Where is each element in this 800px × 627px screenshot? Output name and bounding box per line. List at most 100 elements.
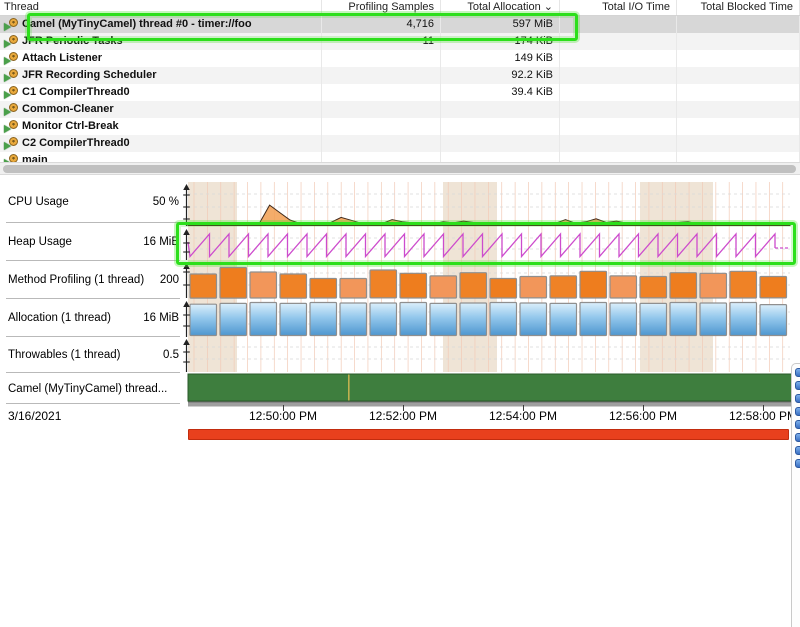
timeline-range-selector[interactable] [188, 429, 789, 440]
scrollbar-thumb[interactable] [3, 165, 796, 173]
method-profiling-bar[interactable] [640, 277, 667, 298]
allocation-bar[interactable] [700, 303, 727, 336]
table-horizontal-scrollbar[interactable] [0, 162, 800, 175]
cell-total-allocation: 92.2 KiB [441, 67, 560, 84]
cell-total-blocked-time [677, 16, 800, 33]
timeline-panel: CPU Usage50 %Heap Usage16 MiBMethod Prof… [0, 181, 800, 446]
chart-option-button[interactable] [795, 407, 800, 416]
thread-name: JFR Recording Scheduler [22, 67, 156, 84]
table-row[interactable]: main [0, 152, 800, 162]
method-profiling-bar[interactable] [220, 268, 247, 299]
method-profiling-bar[interactable] [190, 274, 217, 298]
allocation-bar[interactable] [670, 303, 697, 336]
method-profiling-bar[interactable] [370, 270, 397, 298]
allocation-bar[interactable] [310, 303, 337, 336]
method-profiling-bar[interactable] [250, 272, 277, 298]
allocation-bar[interactable] [430, 303, 457, 335]
table-row[interactable]: Camel (MyTinyCamel) thread #0 - timer://… [0, 16, 800, 33]
allocation-bar[interactable] [250, 303, 277, 336]
chart-option-button[interactable] [795, 381, 800, 390]
allocation-bar[interactable] [760, 305, 787, 336]
method-profiling-bar[interactable] [670, 273, 697, 298]
allocation-bar[interactable] [520, 303, 547, 336]
allocation-bar[interactable] [550, 303, 577, 335]
thread-icon [4, 137, 19, 150]
column-header-thread[interactable]: Thread [0, 0, 322, 15]
table-row[interactable]: JFR Recording Scheduler 92.2 KiB [0, 67, 800, 84]
thread-name: Camel (MyTinyCamel) thread #0 - timer://… [22, 16, 252, 33]
thread-table: ThreadProfiling SamplesTotal Allocation … [0, 0, 800, 162]
allocation-bar[interactable] [340, 303, 367, 336]
method-profiling-bar[interactable] [460, 273, 487, 298]
method-profiling-bar[interactable] [760, 277, 787, 298]
allocation-bar[interactable] [580, 303, 607, 336]
method-profiling-bar[interactable] [400, 273, 427, 298]
method-profiling-bar[interactable] [610, 276, 637, 298]
table-row[interactable]: C2 CompilerThread0 [0, 135, 800, 152]
cell-profiling-samples: 11 [322, 33, 441, 50]
method-profiling-bar[interactable] [550, 276, 577, 298]
method-profiling-bar[interactable] [520, 277, 547, 298]
allocation-bar[interactable] [280, 303, 307, 335]
lane-title: Method Profiling (1 thread) [8, 274, 144, 286]
column-header-profiling-samples[interactable]: Profiling Samples [322, 0, 441, 15]
method-profiling-bar[interactable] [430, 276, 457, 298]
allocation-bar[interactable] [730, 303, 757, 336]
allocation-bar[interactable] [610, 303, 637, 336]
running-arrow-icon [4, 108, 11, 116]
time-axis-tick [763, 405, 764, 411]
cell-total-allocation: 39.4 KiB [441, 84, 560, 101]
table-row[interactable]: Attach Listener149 KiB [0, 50, 800, 67]
chart-option-button[interactable] [795, 459, 800, 468]
allocation-bar[interactable] [190, 304, 217, 335]
method-profiling-bar[interactable] [280, 274, 307, 298]
cell-total-allocation [441, 152, 560, 162]
thread-activity-lane[interactable] [188, 374, 792, 401]
allocation-bar[interactable] [400, 303, 427, 336]
cell-total-io-time [560, 50, 677, 67]
allocation-bar[interactable] [460, 303, 487, 336]
chart-option-button[interactable] [795, 420, 800, 429]
method-profiling-bar[interactable] [340, 279, 367, 299]
thread-name: C1 CompilerThread0 [22, 84, 130, 101]
column-header-total-blocked-time[interactable]: Total Blocked Time [677, 0, 800, 15]
method-profiling-bar[interactable] [580, 271, 607, 298]
thread-table-header: ThreadProfiling SamplesTotal Allocation … [0, 0, 800, 16]
thread-name: main [22, 152, 48, 162]
lane-label-throwables-1-thread-[interactable]: Throwables (1 thread)0.5 [0, 337, 188, 373]
lane-label-allocation-1-thread-[interactable]: Allocation (1 thread)16 MiB [0, 299, 188, 337]
allocation-bar[interactable] [370, 303, 397, 336]
method-profiling-bar[interactable] [310, 279, 337, 299]
allocation-bar[interactable] [640, 303, 667, 335]
table-row[interactable]: Common-Cleaner [0, 101, 800, 118]
cell-total-io-time [560, 67, 677, 84]
table-row[interactable]: JFR Periodic Tasks11174 KiB [0, 33, 800, 50]
chart-option-button[interactable] [795, 368, 800, 377]
table-row[interactable]: Monitor Ctrl-Break [0, 118, 800, 135]
cell-profiling-samples [322, 67, 441, 84]
table-row[interactable]: C1 CompilerThread0 39.4 KiB [0, 84, 800, 101]
chart-option-button[interactable] [795, 446, 800, 455]
lane-label-cpu-usage[interactable]: CPU Usage50 % [0, 181, 188, 223]
time-axis-tick [403, 405, 404, 411]
time-axis-label: 12:56:00 PM [609, 409, 677, 423]
chart-option-button[interactable] [795, 433, 800, 442]
lane-label-heap-usage[interactable]: Heap Usage16 MiB [0, 223, 188, 261]
allocation-bar[interactable] [220, 303, 247, 335]
method-profiling-bar[interactable] [700, 273, 727, 298]
lane-label-camel-mytinycamel-thread-[interactable]: Camel (MyTinyCamel) thread... [0, 373, 188, 404]
thread-icon [4, 103, 19, 116]
lane-label-method-profiling-1-thread-[interactable]: Method Profiling (1 thread)200 [0, 261, 188, 299]
chart-option-button[interactable] [795, 394, 800, 403]
lane-axis-value: 16 MiB [143, 236, 179, 248]
column-header-total-i-o-time[interactable]: Total I/O Time [560, 0, 677, 15]
method-profiling-bar[interactable] [490, 279, 517, 299]
running-arrow-icon [4, 74, 11, 82]
method-profiling-bar[interactable] [730, 271, 757, 298]
allocation-bar[interactable] [490, 303, 517, 336]
timeline-charts[interactable] [180, 181, 793, 446]
time-axis-tick [523, 405, 524, 411]
column-header-total-allocation[interactable]: Total Allocation ⌄ [441, 0, 560, 15]
cell-total-blocked-time [677, 118, 800, 135]
cell-total-allocation [441, 118, 560, 135]
